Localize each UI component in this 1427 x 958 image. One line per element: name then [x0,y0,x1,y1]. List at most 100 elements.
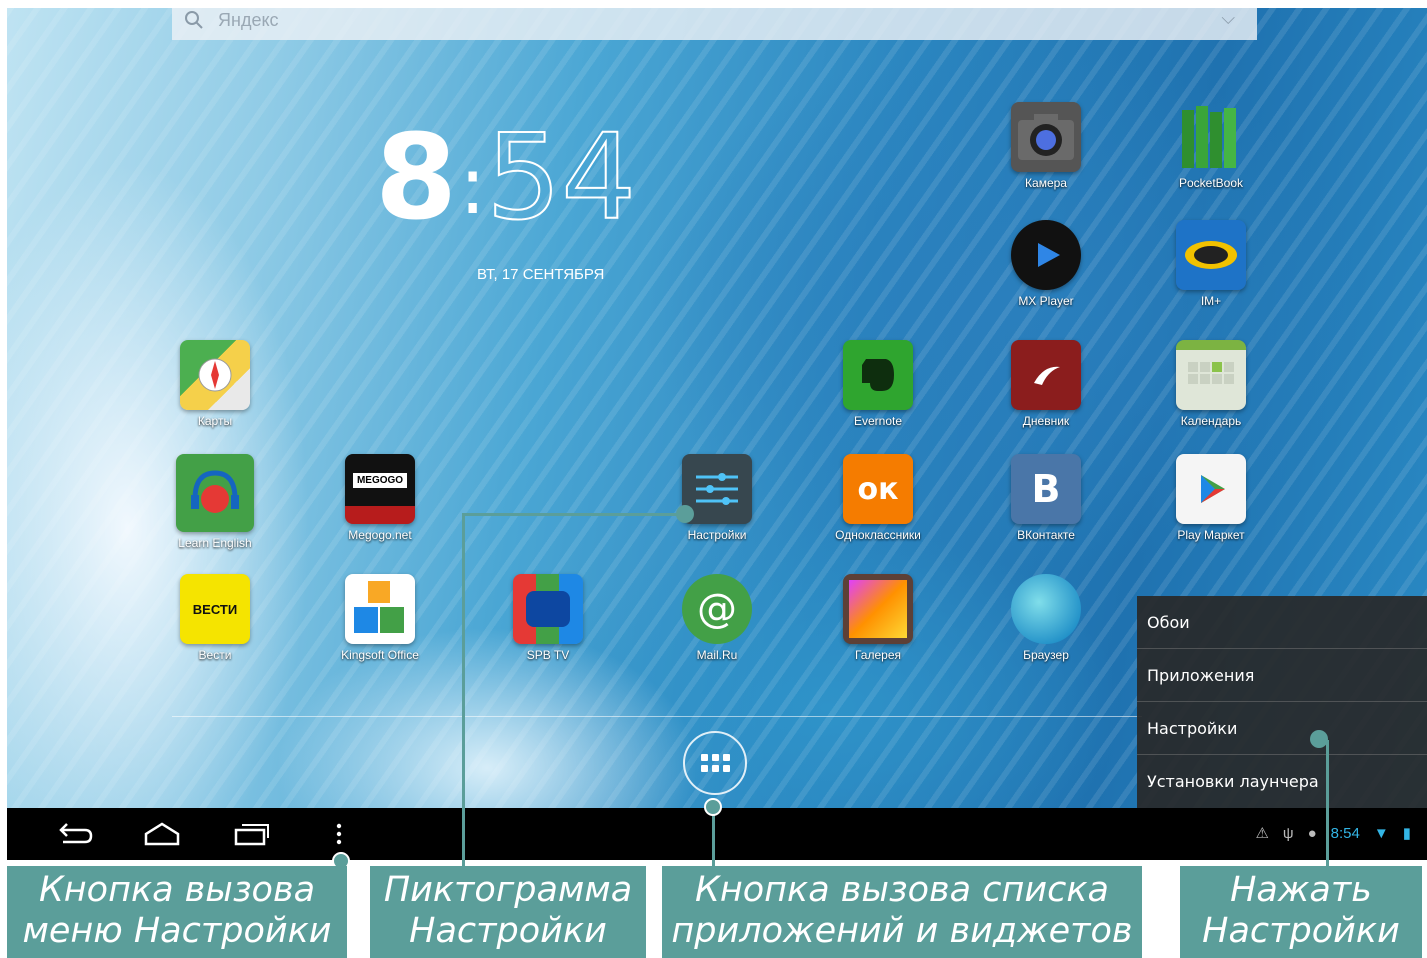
app-label: Камера [1025,176,1067,190]
clock-separator: : [459,139,487,232]
app-camera[interactable]: Камера [986,102,1106,190]
tablet-screen: Яндекс ⌵ 8 : 54 ВТ, 17 СЕНТЯБРЯ Камера P… [7,8,1427,860]
app-vesti[interactable]: ВЕСТИ Вести [155,574,275,662]
clock-hours: 8 [375,108,458,246]
menu-item-settings[interactable]: Настройки [1137,702,1427,755]
megogo-icon: MEGOGO [345,454,415,524]
app-ok[interactable]: ок Одноклассники [818,454,938,542]
callout-dot-apps [704,798,722,816]
app-spbtv[interactable]: SPB TV [488,574,608,662]
app-gallery[interactable]: Галерея [818,574,938,662]
callout-dot-press [1310,730,1328,748]
clock-widget[interactable]: 8 : 54 [375,108,637,246]
globe-icon [1011,574,1081,644]
calendar-icon [1176,340,1246,410]
system-navigation-bar: ⚠ ψ ● 8:54 ▼ ▮ [7,808,1427,860]
callout-line-press [1326,740,1329,866]
megogo-logo-text: MEGOGO [352,472,408,488]
caption-apps-button: Кнопка вызова списка приложений и виджет… [662,866,1142,958]
app-grid-icon [700,754,730,772]
app-label: SPB TV [526,648,570,662]
gallery-picture-icon [843,574,913,644]
caption-menu-button: Кнопка вызова меню Настройки [7,866,347,958]
app-playmarket[interactable]: Play Маркет [1151,454,1271,542]
vesti-icon: ВЕСТИ [180,574,250,644]
caption-press-settings: Нажать Настройки [1180,866,1422,958]
vesti-logo-text: ВЕСТИ [192,601,238,617]
callout-line-apps [712,808,715,866]
android-debug-icon: ● [1307,824,1317,842]
play-store-bag-icon [1176,454,1246,524]
warning-icon: ⚠ [1255,825,1269,842]
app-mail[interactable]: @ Mail.Ru [657,574,777,662]
dock-divider [172,716,1142,717]
usb-icon: ψ [1282,824,1294,842]
callout-dot-settings [676,505,694,523]
compass-icon [180,340,250,410]
vkontakte-icon: В [1011,454,1081,524]
app-label: Настройки [687,528,747,542]
app-diary[interactable]: Дневник [986,340,1106,428]
app-improg[interactable]: IM+ [1151,220,1271,308]
ok-logo-text: ок [857,471,899,507]
app-browser[interactable]: Браузер [986,574,1106,662]
app-kingsoft[interactable]: Kingsoft Office [320,574,440,662]
play-icon [1011,220,1081,290]
battery-icon: ▮ [1402,825,1411,842]
search-icon [185,11,203,29]
camera-icon [1011,102,1081,172]
headphones-icon [176,454,254,532]
app-label: PocketBook [1178,176,1244,190]
app-label: Одноклассники [835,528,921,542]
books-icon [1176,102,1246,172]
clock-date: ВТ, 17 СЕНТЯБРЯ [477,266,605,283]
caption-settings-icon: Пиктограмма Настройки [370,866,646,958]
app-mxplayer[interactable]: MX Player [986,220,1106,308]
app-vk[interactable]: В ВКонтакте [986,454,1106,542]
app-label: Дневник [1022,414,1070,428]
at-sign-icon: @ [682,574,752,644]
options-menu: Обои Приложения Настройки Установки лаун… [1137,596,1427,808]
kingsoft-icon [345,574,415,644]
home-icon[interactable] [142,820,182,848]
app-label: ВКонтакте [1017,528,1075,542]
callout-line-settings-v [462,513,465,866]
diary-book-icon [1011,340,1081,410]
odnoklassniki-icon: ок [843,454,913,524]
recent-apps-icon[interactable] [232,820,272,848]
elephant-icon [843,340,913,410]
app-pocketbook[interactable]: PocketBook [1151,102,1271,190]
app-label: Megogo.net [348,528,412,542]
voice-search-icon[interactable]: ⌵ [1221,8,1235,29]
app-label: Вести [198,648,232,662]
app-label: Карты [197,414,233,428]
app-megogo[interactable]: MEGOGO Megogo.net [320,454,440,542]
app-label: Галерея [854,648,902,662]
all-apps-button[interactable] [683,731,747,795]
app-settings[interactable]: Настройки [657,454,777,542]
app-label: IM+ [1200,294,1222,308]
search-bar[interactable]: Яндекс ⌵ [172,8,1257,40]
app-maps[interactable]: Карты [155,340,275,428]
menu-item-launcher-settings[interactable]: Установки лаунчера [1137,755,1427,808]
status-area[interactable]: ⚠ ψ ● 8:54 ▼ ▮ [1255,824,1411,843]
overflow-menu-icon[interactable] [333,820,345,848]
im-plus-icon [1176,220,1246,290]
menu-item-wallpaper[interactable]: Обои [1137,596,1427,649]
app-label: Play Маркет [1177,528,1245,542]
app-calendar[interactable]: Календарь [1151,340,1271,428]
app-label: MX Player [1018,294,1074,308]
app-label: Браузер [1023,648,1069,662]
app-label: Календарь [1180,414,1242,428]
menu-item-apps[interactable]: Приложения [1137,649,1427,702]
app-label: Learn English [178,536,252,550]
vk-logo-text: В [1031,467,1061,511]
app-evernote[interactable]: Evernote [818,340,938,428]
app-learnenglish[interactable]: Learn English [155,454,275,550]
app-label: Evernote [853,414,903,428]
app-label: Kingsoft Office [341,648,419,662]
back-icon[interactable] [55,820,95,848]
callout-line-settings-h [462,513,684,516]
wifi-icon: ▼ [1373,824,1389,842]
app-label: Mail.Ru [696,648,738,662]
